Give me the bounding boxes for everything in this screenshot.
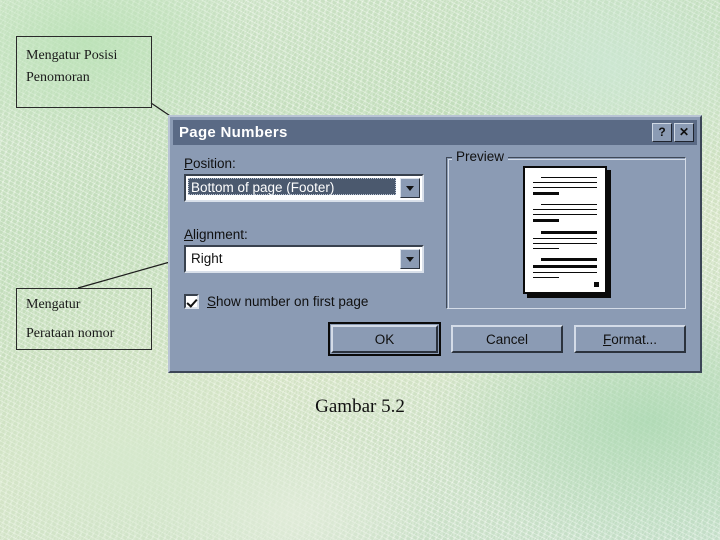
preview-line	[533, 277, 559, 278]
alignment-combobox[interactable]: Right	[184, 245, 424, 273]
alignment-label-rest: lignment:	[193, 227, 248, 242]
position-combobox[interactable]: Bottom of page (Footer)	[184, 174, 424, 202]
preview-page-thumbnail	[523, 166, 607, 294]
position-accelerator: P	[184, 156, 194, 171]
position-label-rest: osition:	[193, 156, 236, 171]
preview-page-number-mark	[594, 282, 599, 287]
annotation-box-position: Mengatur Posisi Penomoran	[16, 36, 152, 108]
preview-line	[533, 243, 597, 244]
preview-legend: Preview	[452, 149, 509, 164]
slide-canvas: Mengatur Posisi Penomoran Mengatur Perat…	[0, 0, 720, 540]
close-icon[interactable]: ✕	[674, 123, 694, 142]
preview-line	[541, 177, 597, 178]
chevron-down-icon	[406, 256, 414, 262]
show-number-on-first-page-label: Show number on first page	[207, 294, 368, 309]
preview-line	[533, 192, 559, 195]
alignment-label: Alignment:	[184, 227, 248, 242]
annotation-position-line1: Mengatur Posisi	[26, 48, 118, 63]
preview-line	[533, 187, 597, 188]
chevron-down-icon	[406, 185, 414, 191]
figure-caption: Gambar 5.2	[315, 396, 405, 417]
show-number-on-first-page-checkbox[interactable]: Show number on first page	[184, 294, 368, 309]
preview-line	[541, 258, 597, 261]
cancel-button[interactable]: Cancel	[451, 325, 563, 353]
position-dropdown-arrow-button[interactable]	[400, 178, 420, 198]
preview-line	[533, 219, 559, 222]
annotation-alignment-line1: Mengatur	[26, 297, 81, 313]
preview-line	[533, 209, 597, 210]
position-label: Position:	[184, 156, 236, 171]
preview-line	[533, 272, 597, 273]
format-button[interactable]: Format...	[574, 325, 686, 353]
position-value[interactable]: Bottom of page (Footer)	[188, 178, 396, 195]
alignment-value[interactable]: Right	[188, 249, 398, 269]
alignment-dropdown-arrow-button[interactable]	[400, 249, 420, 269]
annotation-box-alignment: Mengatur Perataan nomor	[16, 288, 152, 350]
dialog-title: Page Numbers	[179, 124, 288, 141]
alignment-accelerator: A	[184, 227, 194, 242]
page-numbers-dialog: Page Numbers ? ✕ Position: Bottom of pag…	[168, 115, 702, 373]
preview-line	[533, 248, 559, 249]
ok-button[interactable]: OK	[328, 322, 441, 356]
annotation-alignment-line2: Perataan nomor	[26, 325, 115, 341]
checkbox-label-rest: how number on first page	[216, 294, 369, 309]
preview-line	[541, 231, 597, 234]
help-icon[interactable]: ?	[652, 123, 672, 142]
preview-line	[533, 265, 597, 268]
preview-line	[533, 214, 597, 215]
dialog-title-bar[interactable]: Page Numbers ? ✕	[173, 120, 697, 145]
annotation-position-line2: Penomoran	[26, 69, 90, 85]
checkbox-accelerator: S	[207, 294, 217, 309]
preview-line	[533, 182, 597, 183]
preview-line	[533, 238, 597, 239]
format-button-rest: ormat...	[611, 331, 657, 347]
preview-line	[541, 204, 597, 205]
format-accelerator: F	[602, 331, 612, 347]
checkmark-icon[interactable]	[184, 294, 199, 309]
